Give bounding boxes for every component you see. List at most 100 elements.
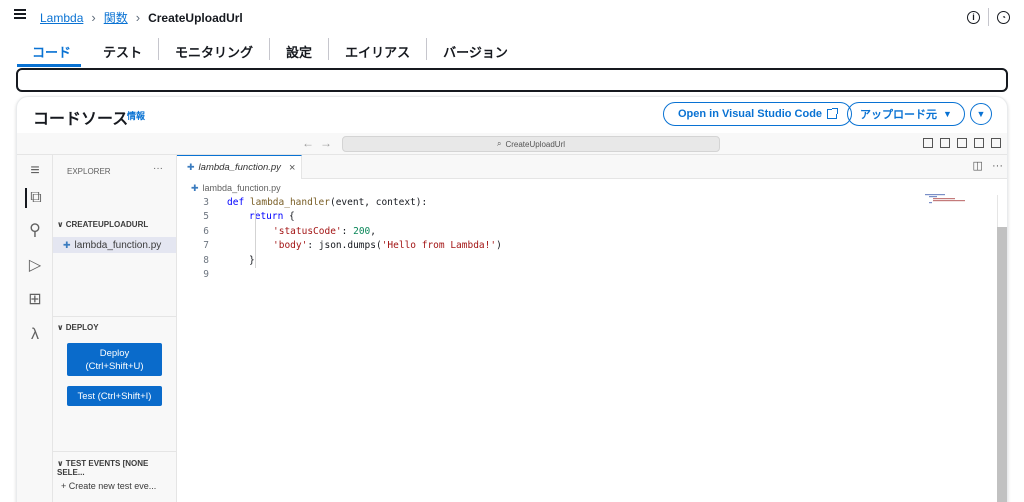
line-number: 8 — [203, 254, 209, 266]
close-icon[interactable]: × — [289, 162, 295, 174]
arrow-left-icon[interactable]: ← — [302, 136, 320, 150]
indent-guide — [255, 210, 256, 268]
layout-controls — [916, 138, 1001, 148]
test-button-label: Test (Ctrl+Shift+I) — [77, 390, 152, 402]
file-name: lambda_function.py — [74, 239, 162, 251]
chevron-down-icon[interactable]: ▼ — [970, 103, 992, 125]
deploy-section[interactable]: ∨ DEPLOY — [57, 323, 99, 332]
code-editor-ide: ←→ ⌕ CreateUploadUrl ≡ ⧉ ⚲ ▷ ⊞ λ EXPLORE… — [17, 133, 1007, 502]
code-source-panel: コードソース 情報 Open in Visual Studio Code アップ… — [16, 96, 1008, 502]
tab-versions[interactable]: バージョン — [427, 38, 524, 60]
folder-name: CREATEUPLOADURL — [65, 220, 149, 229]
python-file-icon: ✚ — [63, 239, 71, 250]
create-test-event-link[interactable]: + Create new test eve... — [61, 481, 156, 491]
editor-area: ✚ lambda_function.py × ◫ ··· ✚ lambda_fun… — [177, 155, 1007, 502]
search-icon: ⌕ — [496, 139, 502, 148]
tab-test[interactable]: テスト — [87, 38, 160, 60]
explorer-header: EXPLORER — [67, 167, 111, 176]
command-center-search[interactable]: ⌕ CreateUploadUrl — [342, 136, 720, 152]
more-actions-icon[interactable]: ··· — [992, 160, 1003, 172]
line-number: 3 — [203, 197, 209, 208]
divider — [53, 316, 177, 317]
function-tabs: コード テスト モニタリング 設定 エイリアス バージョン — [16, 38, 524, 68]
split-editor-icon[interactable]: ◫ — [973, 160, 983, 172]
tab-code[interactable]: コード — [16, 38, 87, 60]
toggle-panel-icon[interactable] — [940, 138, 950, 148]
code-line: 5 return { — [177, 211, 937, 225]
code-line: 8} — [177, 255, 937, 269]
test-button[interactable]: Test (Ctrl+Shift+I) — [67, 386, 162, 406]
editor-tab-lambda-function[interactable]: ✚ lambda_function.py × — [177, 155, 302, 179]
search-icon[interactable]: ⚲ — [25, 221, 45, 241]
breadcrumb-functions[interactable]: 関数 — [104, 9, 128, 26]
info-link[interactable]: 情報 — [127, 109, 145, 122]
focus-outline-box — [16, 68, 1008, 92]
plus-icon: + — [61, 481, 69, 491]
chevron-down-icon: ∨ — [57, 323, 66, 332]
line-number: 5 — [203, 211, 209, 223]
chevron-down-icon: ∨ — [57, 459, 66, 468]
menu-icon[interactable] — [14, 9, 26, 19]
menu-icon[interactable]: ≡ — [25, 161, 45, 181]
code-line: 7'body': json.dumps('Hello from Lambda!'… — [177, 240, 937, 254]
line-number: 7 — [203, 240, 209, 252]
scrollbar-track — [997, 195, 1007, 227]
settings-icon[interactable]: ◔ — [997, 10, 1010, 24]
chevron-right-icon: › — [91, 10, 96, 25]
test-events-section[interactable]: ∨ TEST EVENTS [NONE SELE... — [57, 459, 176, 477]
active-tab-indicator — [17, 64, 81, 67]
activity-bar: ≡ ⧉ ⚲ ▷ ⊞ λ — [17, 155, 53, 502]
toggle-secondary-sidebar-icon[interactable] — [957, 138, 967, 148]
line-number: 6 — [203, 225, 209, 237]
explorer-icon[interactable]: ⧉ — [25, 188, 45, 208]
breadcrumb-lambda[interactable]: Lambda — [40, 11, 83, 25]
panel-title: コードソース — [33, 111, 129, 128]
chevron-right-icon: › — [135, 10, 141, 25]
lambda-icon[interactable]: λ — [25, 325, 45, 345]
open-vscode-button[interactable]: Open in Visual Studio Code — [663, 102, 853, 126]
code-line: 3 def lambda_handler(event, context): — [177, 197, 937, 211]
editor-breadcrumb[interactable]: ✚ lambda_function.py — [191, 183, 281, 194]
caret-down-icon: ▼ — [943, 109, 952, 119]
breadcrumb: Lambda › 関数 › CreateUploadUrl — [40, 9, 243, 26]
grid-icon[interactable] — [991, 138, 1001, 148]
deploy-button-label: Deploy — [99, 347, 130, 359]
editor-tab-label: lambda_function.py — [198, 162, 281, 173]
upload-from-label: アップロード元 — [860, 109, 937, 121]
divider — [988, 8, 989, 26]
external-link-icon — [827, 108, 839, 119]
extensions-icon[interactable]: ⊞ — [25, 290, 45, 310]
open-vscode-label: Open in Visual Studio Code — [678, 108, 823, 120]
divider — [53, 451, 177, 452]
line-number: 9 — [203, 268, 209, 280]
toggle-sidebar-icon[interactable] — [923, 138, 933, 148]
editor-tab-strip: ✚ lambda_function.py × ◫ ··· — [177, 155, 1007, 179]
info-icon[interactable]: i — [967, 10, 980, 24]
vertical-scrollbar[interactable] — [997, 227, 1007, 502]
code-line: 6'statusCode': 200, — [177, 226, 937, 240]
customize-layout-icon[interactable] — [974, 138, 984, 148]
file-lambda-function[interactable]: ✚ lambda_function.py — [53, 237, 176, 253]
code-line: 9 — [177, 269, 937, 283]
editor-breadcrumb-label: lambda_function.py — [202, 183, 281, 193]
deploy-button[interactable]: Deploy (Ctrl+Shift+U) — [67, 343, 162, 376]
test-events-label: TEST EVENTS [NONE SELE... — [57, 459, 149, 477]
minimap[interactable] — [925, 193, 965, 207]
run-debug-icon[interactable]: ▷ — [25, 256, 45, 276]
more-actions-icon[interactable]: ··· — [153, 163, 163, 174]
explorer-sidebar: EXPLORER ··· ∨ CREATEUPLOADURL ✚ lambda_… — [53, 155, 177, 502]
nav-arrows[interactable]: ←→ — [302, 136, 338, 150]
tab-configuration[interactable]: 設定 — [270, 38, 330, 60]
tab-aliases[interactable]: エイリアス — [329, 38, 428, 60]
python-file-icon: ✚ — [191, 183, 199, 193]
upload-from-button[interactable]: アップロード元 ▼ — [847, 102, 965, 126]
code-content[interactable]: 3 def lambda_handler(event, context): 5 re… — [177, 197, 937, 283]
deploy-section-label: DEPLOY — [65, 323, 99, 332]
chevron-down-icon: ∨ — [57, 220, 66, 229]
tab-monitoring[interactable]: モニタリング — [159, 38, 271, 60]
arrow-right-icon[interactable]: → — [320, 136, 338, 150]
editor-actions: ◫ ··· — [973, 159, 1003, 172]
deploy-button-shortcut: (Ctrl+Shift+U) — [85, 360, 144, 372]
folder-createuploadurl[interactable]: ∨ CREATEUPLOADURL — [57, 220, 148, 229]
breadcrumb-current: CreateUploadUrl — [148, 10, 243, 25]
